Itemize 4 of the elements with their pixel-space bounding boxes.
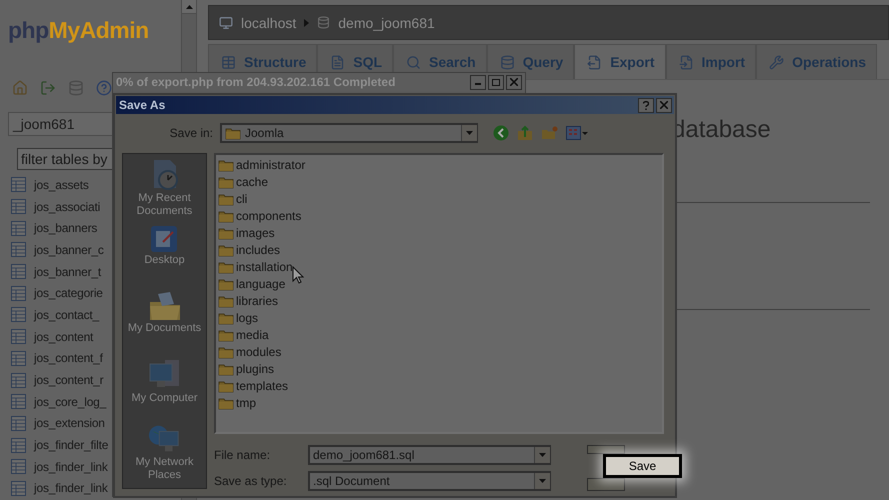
dialog-title: Save As (119, 98, 166, 112)
field-label: File name: (214, 448, 272, 462)
field-label: Save as type: (214, 474, 288, 488)
field-label: Save in: (170, 126, 213, 140)
